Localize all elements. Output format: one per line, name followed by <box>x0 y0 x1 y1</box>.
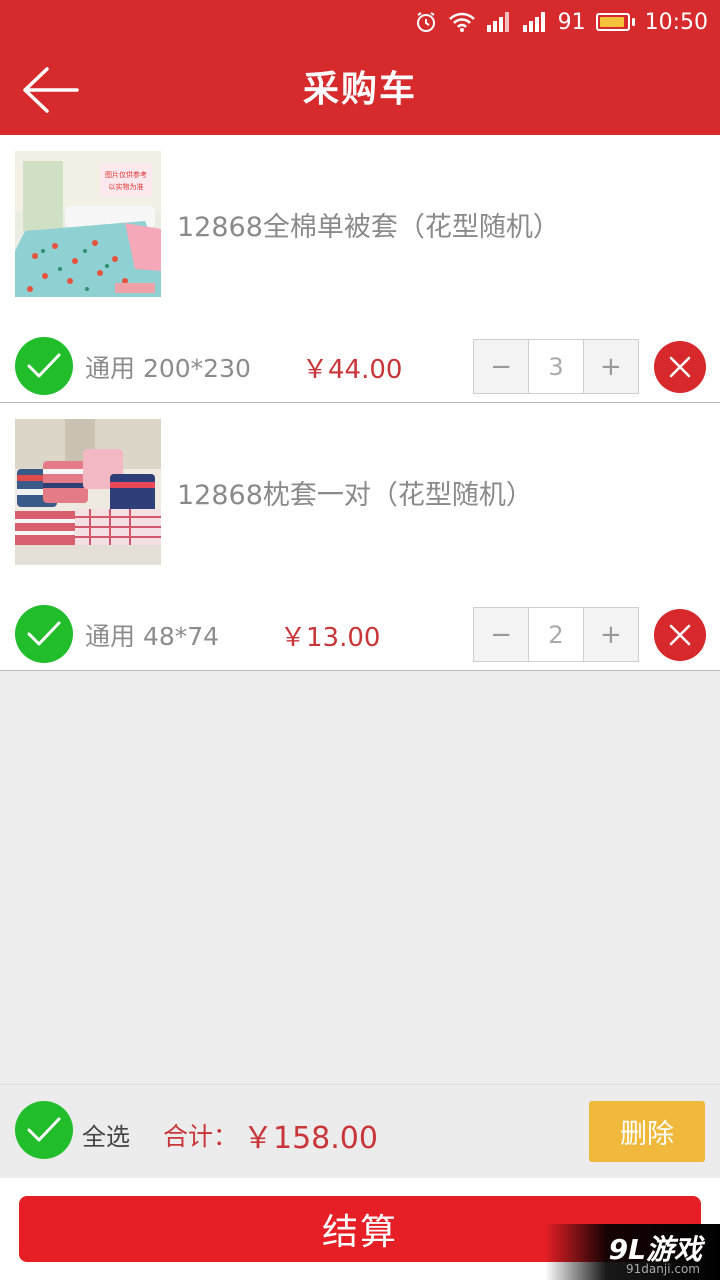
product-price: ￥44.00 <box>302 355 403 385</box>
decrease-button[interactable]: − <box>474 608 528 661</box>
product-price: ￥13.00 <box>280 623 381 653</box>
checkmark-icon <box>26 1116 62 1144</box>
select-all-checkbox[interactable] <box>15 1101 73 1159</box>
delete-button[interactable]: 删除 <box>589 1101 705 1162</box>
quantity-value[interactable]: 3 <box>528 340 584 393</box>
close-icon <box>668 355 692 379</box>
status-icons: 91 10:50 <box>414 6 708 38</box>
cart-item: 12868枕套一对（花型随机） 通用 48*74 ￥13.00 − 2 + <box>0 403 720 671</box>
signal-icon <box>486 11 512 33</box>
increase-button[interactable]: + <box>584 608 638 661</box>
watermark: 9L游戏 91danji.com <box>545 1224 720 1280</box>
top-bar: 91 10:50 采购车 <box>0 0 720 135</box>
wifi-icon <box>448 11 476 33</box>
product-spec: 通用 48*74 <box>85 622 220 651</box>
battery-icon <box>595 13 635 31</box>
page-title: 采购车 <box>302 69 417 110</box>
product-name[interactable]: 12868全棉单被套（花型随机） <box>177 205 560 244</box>
signal-icon <box>522 11 548 33</box>
cart-summary-bar: 全选 合计： ￥158.00 删除 <box>0 1084 720 1178</box>
total-label: 合计： <box>163 1122 239 1151</box>
total-value: ￥158.00 <box>243 1121 378 1156</box>
select-all-label[interactable]: 全选 <box>82 1117 130 1152</box>
signal-strength-text: 91 <box>557 9 586 35</box>
decrease-button[interactable]: − <box>474 340 528 393</box>
product-name[interactable]: 12868枕套一对（花型随机） <box>177 473 533 512</box>
checkmark-icon <box>26 352 62 380</box>
cart-item: 图片仅供参考 以实物为准 12868全棉单被套（花型随机） 通用 200*230… <box>0 135 720 403</box>
quantity-value[interactable]: 2 <box>528 608 584 661</box>
close-icon <box>668 623 692 647</box>
status-bar: 91 10:50 <box>0 0 720 44</box>
quantity-stepper: − 3 + <box>473 339 639 394</box>
product-image[interactable] <box>15 419 161 565</box>
item-checkbox[interactable] <box>15 337 73 395</box>
quantity-stepper: − 2 + <box>473 607 639 662</box>
alarm-icon <box>414 10 438 34</box>
clock-time: 10:50 <box>644 9 708 35</box>
item-controls-row: 通用 48*74 ￥13.00 − 2 + <box>0 603 720 667</box>
watermark-url: 91danji.com <box>626 1262 700 1276</box>
cart-list: 图片仅供参考 以实物为准 12868全棉单被套（花型随机） 通用 200*230… <box>0 135 720 671</box>
item-checkbox[interactable] <box>15 605 73 663</box>
remove-item-button[interactable] <box>654 341 706 393</box>
item-controls-row: 通用 200*230 ￥44.00 − 3 + <box>0 335 720 399</box>
increase-button[interactable]: + <box>584 340 638 393</box>
app-header: 采购车 <box>0 44 720 135</box>
svg-text:以实物为准: 以实物为准 <box>109 182 144 191</box>
checkmark-icon <box>26 620 62 648</box>
product-spec: 通用 200*230 <box>85 354 251 383</box>
product-image[interactable]: 图片仅供参考 以实物为准 <box>15 151 161 297</box>
remove-item-button[interactable] <box>654 609 706 661</box>
svg-text:图片仅供参考: 图片仅供参考 <box>105 170 147 179</box>
